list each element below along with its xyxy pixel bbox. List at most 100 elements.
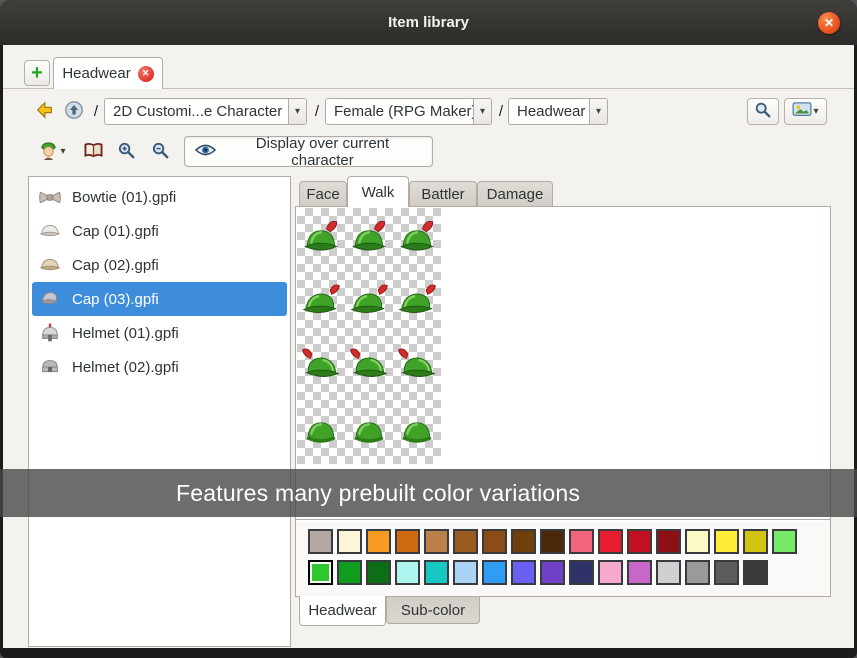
color-swatch[interactable]: [569, 529, 594, 554]
book-icon: [83, 142, 104, 162]
tab-face[interactable]: Face: [299, 181, 347, 207]
zoom-out-button[interactable]: [145, 136, 176, 167]
color-swatch[interactable]: [569, 560, 594, 585]
hat-sprite-left: [297, 272, 345, 336]
apply-item-button[interactable]: [30, 98, 57, 125]
color-swatch[interactable]: [395, 529, 420, 554]
path-separator: /: [496, 98, 506, 125]
character-select-button[interactable]: ▾: [29, 136, 75, 167]
hat-sprite-up: [345, 400, 393, 464]
list-item[interactable]: Cap (01).gpfi: [32, 214, 287, 248]
swatch-row: [308, 560, 830, 585]
item-list: Bowtie (01).gpfi Cap (01).gpfi Cap (02).gp…: [28, 176, 291, 647]
color-swatch[interactable]: [714, 529, 739, 554]
path-separator: /: [91, 98, 101, 125]
tab-headwear[interactable]: Headwear ✕: [53, 57, 163, 89]
color-swatch[interactable]: [714, 560, 739, 585]
color-swatch-selected[interactable]: [308, 560, 333, 585]
color-swatch[interactable]: [656, 560, 681, 585]
add-tab-button[interactable]: +: [24, 60, 50, 86]
view-options-button[interactable]: ▾: [784, 98, 827, 125]
zoom-out-icon: [151, 141, 170, 163]
list-item[interactable]: Cap (02).gpfi: [32, 248, 287, 282]
eye-icon: [195, 143, 216, 161]
helmet1-icon: [37, 320, 63, 346]
color-swatch[interactable]: [424, 560, 449, 585]
cap1-icon: [37, 218, 63, 244]
hat-sprite-right: [297, 336, 345, 400]
item-label: Cap (02).gpfi: [72, 257, 159, 274]
transparency-checkerboard: [297, 208, 441, 464]
color-swatch[interactable]: [511, 529, 536, 554]
color-swatch[interactable]: [598, 529, 623, 554]
path-combo-category[interactable]: Headwear ▾: [508, 98, 608, 125]
color-palette: [296, 519, 830, 596]
character-icon: [38, 140, 59, 164]
tab-headwear-bottom[interactable]: Headwear: [299, 596, 386, 626]
item-label: Bowtie (01).gpfi: [72, 189, 176, 206]
list-item[interactable]: Helmet (02).gpfi: [32, 350, 287, 384]
color-swatch[interactable]: [772, 529, 797, 554]
tab-walk[interactable]: Walk: [347, 176, 409, 207]
list-item[interactable]: Bowtie (01).gpfi: [32, 180, 287, 214]
combo-value: Headwear: [509, 99, 589, 124]
tab-close-icon[interactable]: ✕: [138, 66, 154, 82]
color-swatch[interactable]: [540, 560, 565, 585]
search-button[interactable]: [747, 98, 779, 125]
gold-arrow-icon: [34, 100, 54, 123]
tab-battler[interactable]: Battler: [409, 181, 477, 207]
color-swatch[interactable]: [308, 529, 333, 554]
path-combo-character[interactable]: Female (RPG Maker) ▾: [325, 98, 492, 125]
cap2-icon: [37, 252, 63, 278]
color-swatch[interactable]: [482, 529, 507, 554]
color-swatch[interactable]: [656, 529, 681, 554]
caption-overlay: Features many prebuilt color variations: [0, 469, 857, 517]
color-swatch[interactable]: [743, 529, 768, 554]
preview-panel: [295, 206, 831, 597]
color-swatch[interactable]: [540, 529, 565, 554]
color-swatch[interactable]: [395, 560, 420, 585]
color-swatch[interactable]: [627, 560, 652, 585]
list-item[interactable]: Helmet (01).gpfi: [32, 316, 287, 350]
color-swatch[interactable]: [337, 529, 362, 554]
chevron-down-icon: ▾: [60, 146, 65, 157]
color-swatch[interactable]: [366, 560, 391, 585]
combo-value: Female (RPG Maker): [326, 99, 473, 124]
chevron-down-icon: ▾: [473, 99, 491, 124]
color-swatch[interactable]: [598, 560, 623, 585]
color-swatch[interactable]: [453, 529, 478, 554]
color-swatch[interactable]: [627, 529, 652, 554]
tab-label: Headwear: [62, 65, 130, 82]
caption-text: Features many prebuilt color variations: [176, 480, 580, 507]
item-label: Helmet (01).gpfi: [72, 325, 179, 342]
color-swatch[interactable]: [366, 529, 391, 554]
up-level-button[interactable]: [60, 98, 87, 125]
tab-sub-color[interactable]: Sub-color: [386, 597, 480, 624]
hat-sprite-right: [345, 336, 393, 400]
color-swatch[interactable]: [511, 560, 536, 585]
display-over-character-toggle[interactable]: Display over current character: [184, 136, 433, 167]
item-label: Cap (03).gpfi: [72, 291, 159, 308]
library-book-button[interactable]: [79, 136, 108, 167]
zoom-in-icon: [117, 141, 136, 163]
color-swatch[interactable]: [685, 529, 710, 554]
color-swatch[interactable]: [743, 560, 768, 585]
color-swatch[interactable]: [424, 529, 449, 554]
window-close-button[interactable]: ✕: [818, 12, 840, 34]
bowtie-icon: [37, 184, 63, 210]
chevron-down-icon: ▾: [813, 106, 818, 117]
tab-damage[interactable]: Damage: [477, 181, 553, 207]
color-swatch[interactable]: [685, 560, 710, 585]
color-swatch[interactable]: [337, 560, 362, 585]
color-swatch[interactable]: [453, 560, 478, 585]
list-item[interactable]: Cap (03).gpfi: [32, 282, 287, 316]
path-combo-collection[interactable]: 2D Customi...e Character ▾: [104, 98, 307, 125]
color-swatch[interactable]: [482, 560, 507, 585]
cap3-icon: [37, 286, 63, 312]
item-label: Cap (01).gpfi: [72, 223, 159, 240]
zoom-in-button[interactable]: [111, 136, 142, 167]
window-title: Item library: [388, 14, 469, 31]
close-icon: ✕: [824, 16, 834, 30]
hat-sprite-up: [393, 400, 441, 464]
plus-icon: +: [31, 62, 43, 84]
